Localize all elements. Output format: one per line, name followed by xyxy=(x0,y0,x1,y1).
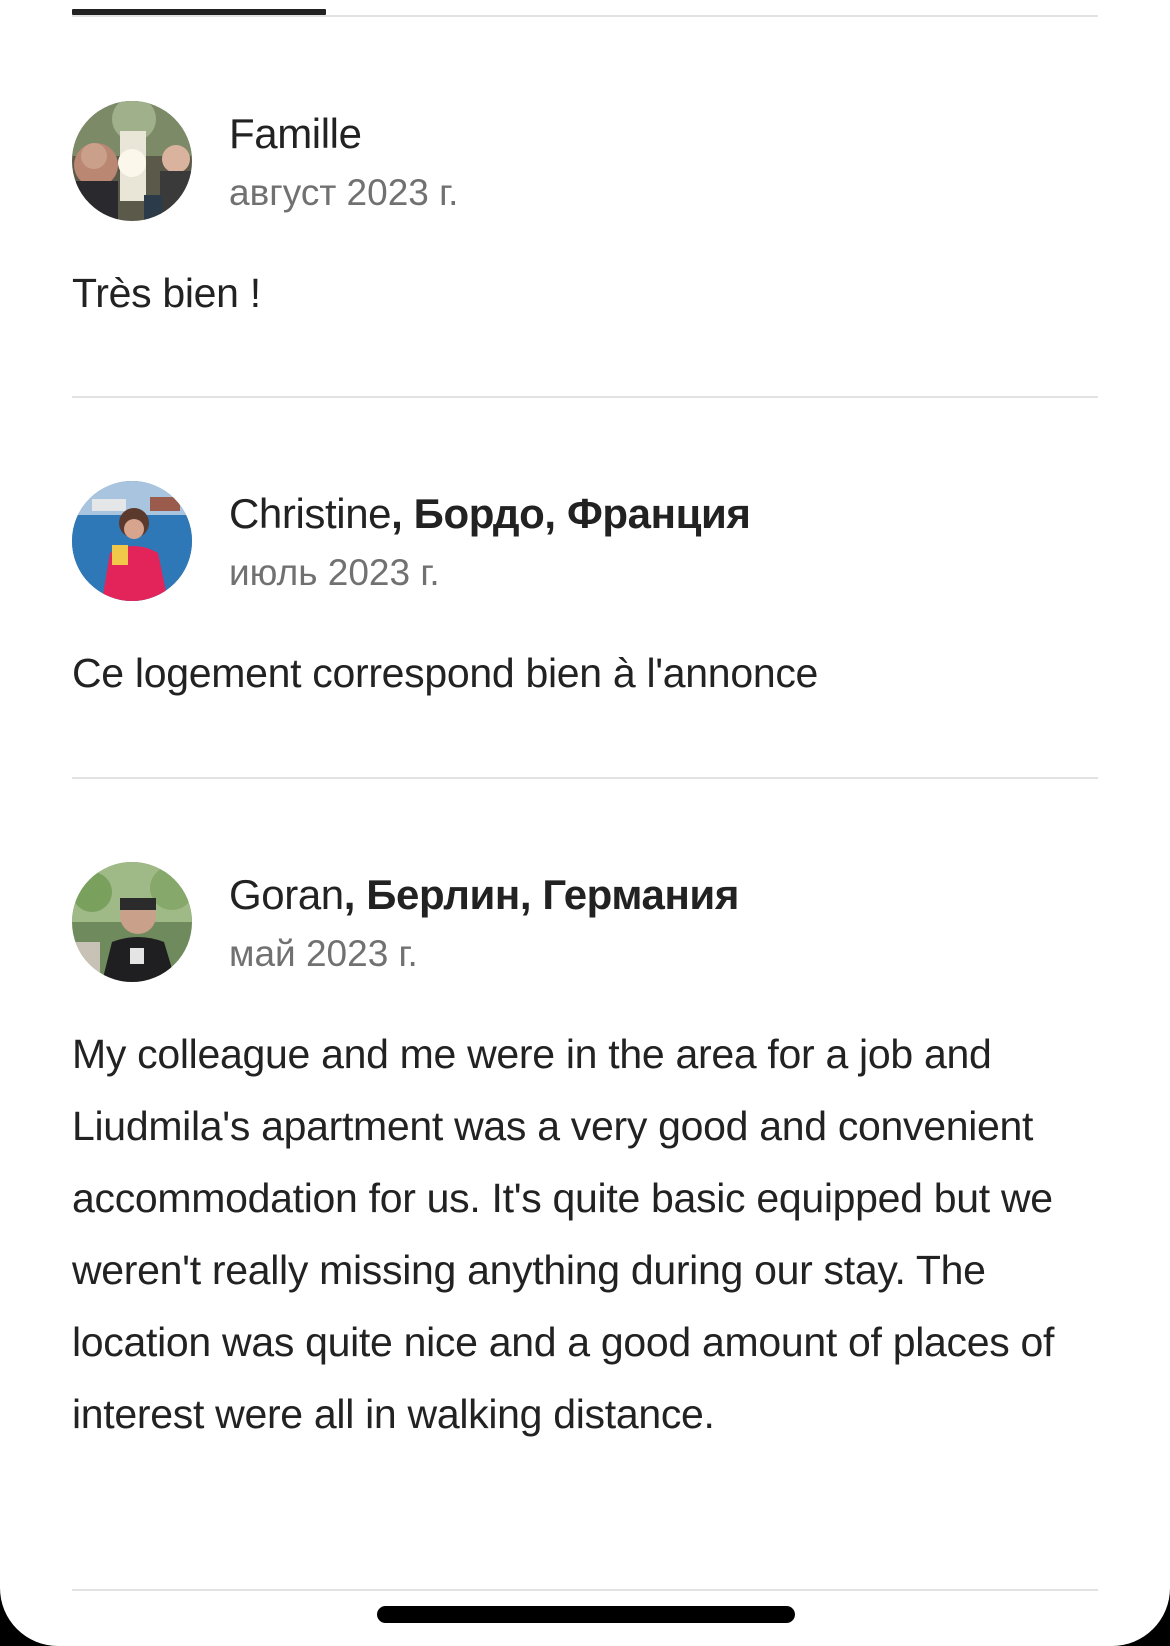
review-text: Très bien ! xyxy=(72,270,261,316)
review-text: Ce logement correspond bien à l'annonce xyxy=(72,650,819,696)
reviewer-name: Christine, Бордо, Франция xyxy=(229,489,751,539)
active-tab-indicator xyxy=(72,9,326,15)
review-divider xyxy=(72,1589,1098,1591)
reviewer-avatar[interactable] xyxy=(72,481,192,601)
review-date: август 2023 г. xyxy=(229,172,459,213)
reviewer-first-name: Famille xyxy=(229,110,362,157)
reviewer-avatar[interactable] xyxy=(72,101,192,221)
reviewer-first-name: Goran xyxy=(229,871,344,918)
review-text: My colleague and me were in the area for… xyxy=(72,1031,1055,1437)
review-divider xyxy=(72,396,1098,398)
home-indicator[interactable] xyxy=(377,1606,795,1623)
reviews-screen: Famille август 2023 г. Très bien ! Chris… xyxy=(0,0,1170,1646)
review-header: Famille август 2023 г. xyxy=(72,101,1098,221)
review-header: Christine, Бордо, Франция июль 2023 г. xyxy=(72,481,1098,601)
review-header: Goran, Берлин, Германия май 2023 г. xyxy=(72,862,1098,982)
reviewer-name: Famille xyxy=(229,109,362,159)
review-date: май 2023 г. xyxy=(229,933,418,974)
reviewer-name: Goran, Берлин, Германия xyxy=(229,870,739,920)
review-date: июль 2023 г. xyxy=(229,552,440,593)
reviewer-first-name: Christine xyxy=(229,490,392,537)
reviewer-location: , Берлин, Германия xyxy=(343,871,740,918)
review-divider xyxy=(72,777,1098,779)
reviewer-avatar[interactable] xyxy=(72,862,192,982)
tab-bar-rule xyxy=(72,15,1098,17)
reviewer-location: , Бордо, Франция xyxy=(391,490,751,537)
